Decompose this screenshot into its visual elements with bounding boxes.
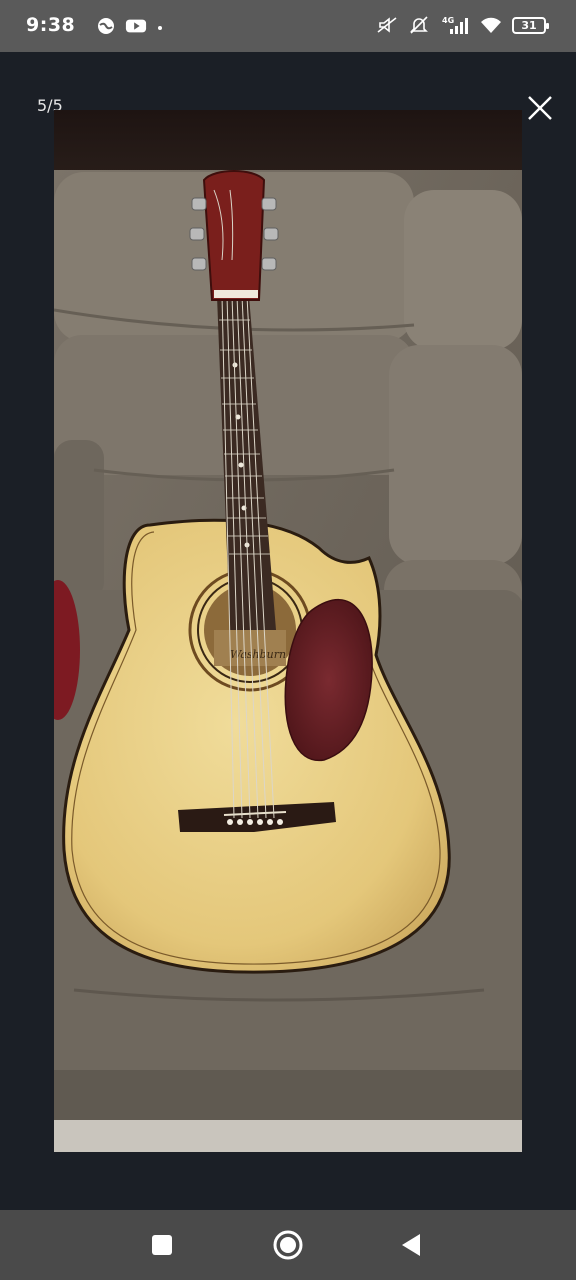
recents-icon[interactable] [148,1231,176,1259]
browser-icon [98,18,114,34]
dot-icon [158,26,162,30]
status-bar: 9:38 4G 31 [0,0,576,52]
battery-indicator: 31 [512,16,549,34]
no-alarm-icon [410,16,428,34]
guitar-photo[interactable]: Washburn [54,110,522,1152]
home-icon[interactable] [272,1229,304,1261]
svg-text:4G: 4G [442,16,454,25]
image-viewer: 5/5 [0,52,576,1210]
signal-4g-icon: 4G [442,16,468,34]
mute-icon [377,17,397,33]
navigation-bar [0,1210,576,1280]
notification-icons [95,16,165,36]
clock: 9:38 [26,14,76,36]
close-icon[interactable] [526,94,554,122]
wifi-icon [481,17,501,33]
back-icon[interactable] [398,1231,426,1259]
system-icons: 4G 31 [376,15,549,35]
youtube-icon [125,19,147,33]
battery-level: 31 [521,18,537,32]
